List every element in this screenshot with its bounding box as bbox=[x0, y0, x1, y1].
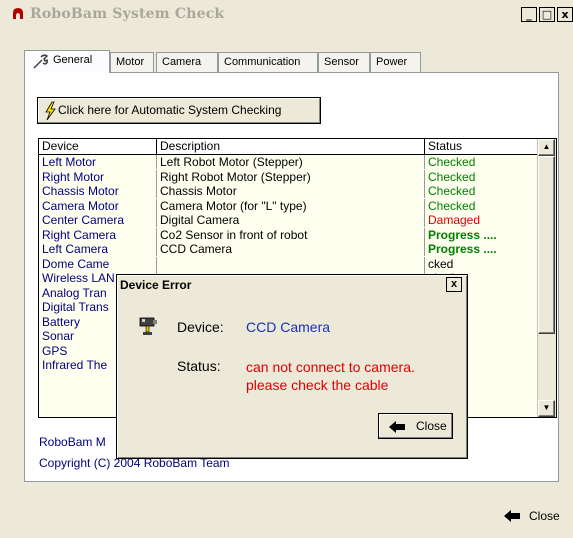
tab-power[interactable]: Power bbox=[370, 52, 421, 72]
status-cell: Progress .... bbox=[428, 227, 497, 242]
main-close-button[interactable]: Close bbox=[493, 504, 561, 528]
status-cell: Checked bbox=[428, 184, 476, 198]
robot-head-icon bbox=[13, 8, 23, 19]
status-cell: Checked bbox=[428, 198, 476, 213]
automatic-check-button[interactable]: Click here for Automatic System Checking bbox=[37, 97, 321, 124]
grid-scrollbar[interactable]: ▲ ▼ bbox=[537, 139, 556, 417]
device-cell: Right Motor bbox=[39, 169, 157, 184]
title-bar: RoboBam System Check _ □ x bbox=[0, 0, 573, 32]
status-message: can not connect to camera. please check … bbox=[246, 358, 415, 394]
device-error-dialog: Device Error x Device: CCD Camera Status… bbox=[116, 274, 468, 459]
tab-general[interactable]: General bbox=[24, 50, 110, 73]
scroll-up-button[interactable]: ▲ bbox=[538, 139, 555, 156]
device-cell: Dome Came bbox=[39, 256, 157, 271]
description-cell: Co2 Sensor in front of robot bbox=[157, 227, 425, 242]
footer-product: RoboBam M bbox=[39, 435, 106, 449]
device-cell: Camera Motor bbox=[39, 198, 157, 213]
main-close-label: Close bbox=[529, 509, 560, 523]
description-cell bbox=[157, 256, 425, 271]
table-row[interactable]: Left Motor Left Robot Motor (Stepper) Chec… bbox=[39, 155, 539, 169]
status-message-line2: please check the cable bbox=[246, 377, 389, 393]
maximize-button[interactable]: □ bbox=[539, 7, 555, 22]
description-cell: Left Robot Motor (Stepper) bbox=[157, 155, 425, 169]
window-title: RoboBam System Check bbox=[30, 6, 225, 22]
column-header-description[interactable]: Description bbox=[157, 139, 425, 155]
window-close-button[interactable]: x bbox=[557, 7, 573, 22]
dialog-x-button[interactable]: x bbox=[446, 277, 462, 292]
table-row[interactable]: Right Motor Right Robot Motor (Stepper) Ch… bbox=[39, 169, 539, 184]
table-row[interactable]: Chassis Motor Chassis Motor Checked bbox=[39, 184, 539, 198]
left-arrow-icon bbox=[389, 421, 405, 433]
minimize-button[interactable]: _ bbox=[521, 7, 537, 22]
tab-general-label: General bbox=[53, 54, 93, 66]
table-row[interactable]: Center Camera Digital Camera Damaged bbox=[39, 213, 539, 227]
status-cell: Progress .... bbox=[428, 242, 497, 256]
table-row[interactable]: Left Camera CCD Camera Progress .... bbox=[39, 242, 539, 256]
description-cell: Digital Camera bbox=[157, 213, 425, 227]
description-cell: Chassis Motor bbox=[157, 184, 425, 198]
camera-icon bbox=[139, 317, 157, 335]
left-arrow-icon bbox=[504, 510, 520, 522]
grid-header: Device Description Status bbox=[39, 139, 539, 155]
dialog-title: Device Error bbox=[120, 278, 192, 292]
status-cell: Checked bbox=[428, 155, 476, 169]
status-cell: cked bbox=[428, 256, 454, 271]
device-cell: Left Camera bbox=[39, 242, 157, 256]
status-cell: Checked bbox=[428, 169, 476, 184]
lightning-icon bbox=[45, 101, 56, 121]
device-cell: Left Motor bbox=[39, 155, 157, 169]
description-cell: Right Robot Motor (Stepper) bbox=[157, 169, 425, 184]
status-message-line1: can not connect to camera. bbox=[246, 359, 415, 375]
table-row[interactable]: Right Camera Co2 Sensor in front of robot… bbox=[39, 227, 539, 242]
device-value: CCD Camera bbox=[246, 319, 331, 335]
table-row[interactable]: Camera Motor Camera Motor (for "L" type) C… bbox=[39, 198, 539, 213]
scroll-down-button[interactable]: ▼ bbox=[538, 400, 555, 417]
automatic-check-label: Click here for Automatic System Checking bbox=[58, 103, 282, 117]
tab-communication[interactable]: Communication bbox=[218, 52, 318, 72]
description-cell: CCD Camera bbox=[157, 242, 425, 256]
device-label: Device: bbox=[177, 319, 224, 335]
dialog-close-label: Close bbox=[416, 419, 447, 433]
description-cell: Camera Motor (for "L" type) bbox=[157, 198, 425, 213]
tab-camera[interactable]: Camera bbox=[156, 52, 218, 72]
device-cell: Right Camera bbox=[39, 227, 157, 242]
status-label: Status: bbox=[177, 358, 221, 374]
column-header-device[interactable]: Device bbox=[39, 139, 157, 155]
device-cell: Chassis Motor bbox=[39, 184, 157, 198]
status-cell: Damaged bbox=[428, 213, 481, 227]
dialog-close-button[interactable]: Close bbox=[378, 413, 453, 439]
wrench-icon bbox=[33, 54, 49, 69]
tab-motor[interactable]: Motor bbox=[110, 52, 154, 72]
table-row[interactable]: Dome Came cked bbox=[39, 256, 539, 271]
tab-sensor[interactable]: Sensor bbox=[318, 52, 370, 72]
device-cell: Center Camera bbox=[39, 213, 157, 227]
main-window: RoboBam System Check _ □ x General Motor… bbox=[0, 0, 573, 538]
scroll-thumb[interactable] bbox=[538, 156, 555, 334]
column-header-status[interactable]: Status bbox=[425, 139, 539, 155]
